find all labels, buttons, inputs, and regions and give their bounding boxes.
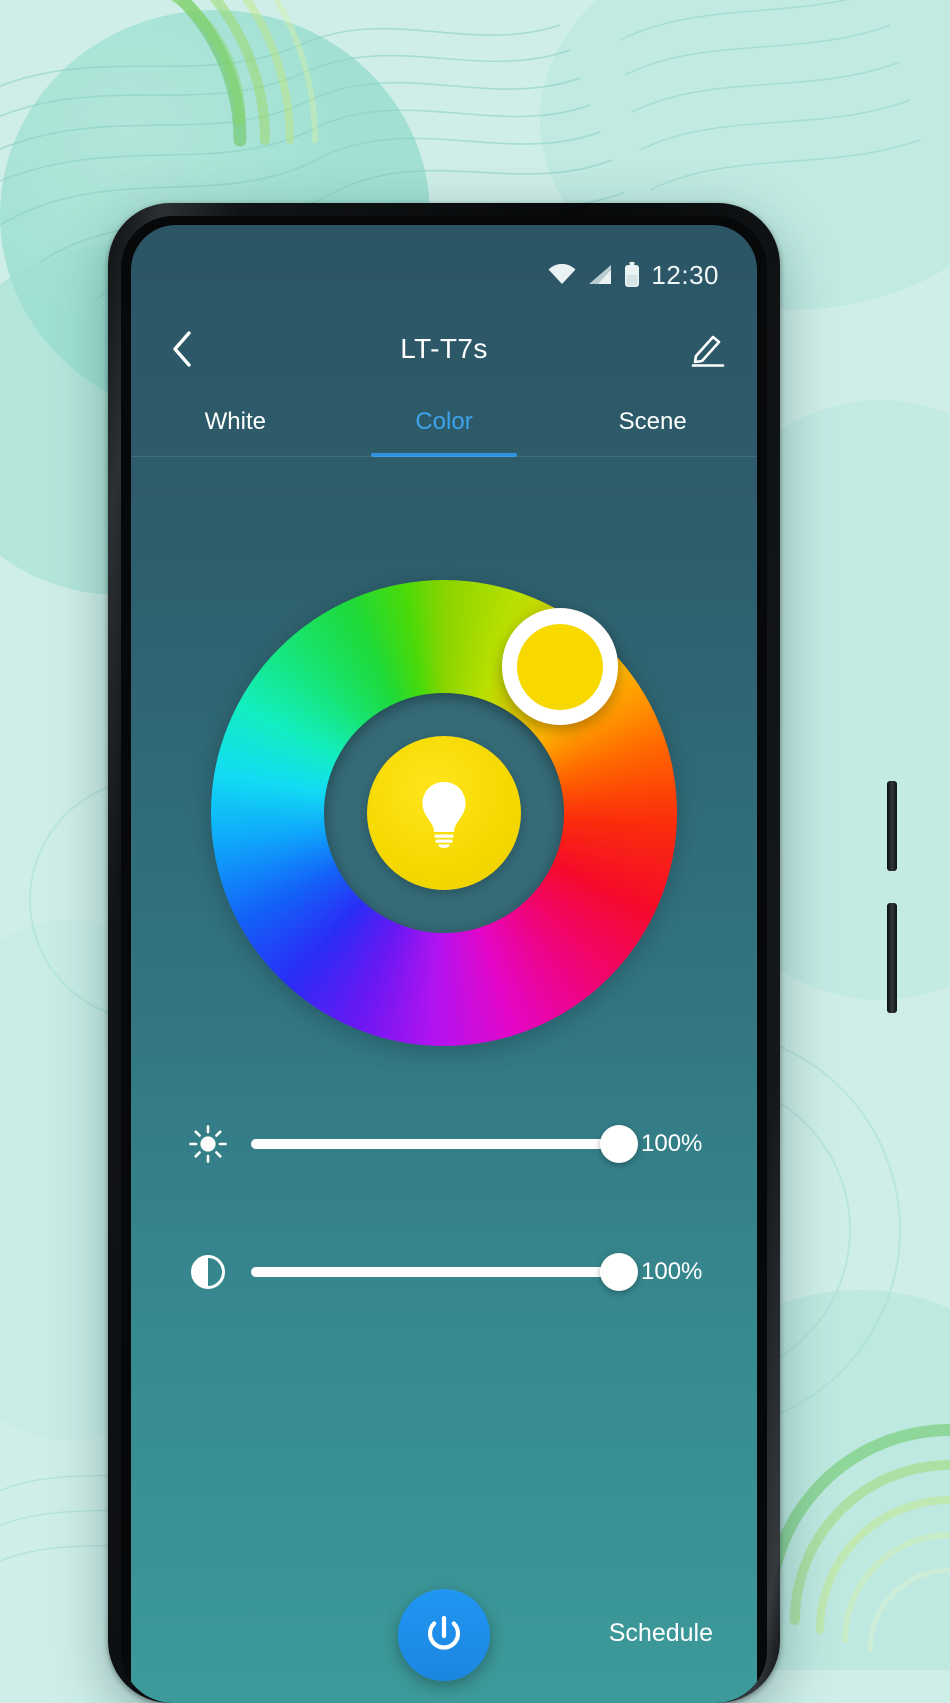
- status-bar: 12:30: [131, 255, 757, 295]
- color-wheel-section: [131, 580, 757, 1060]
- current-color-preview[interactable]: [366, 735, 522, 891]
- tab-color-label: Color: [415, 408, 473, 435]
- app-screen: 12:30 LT-T7s White Color Scene 100% 100%…: [131, 225, 757, 1703]
- saturation-slider-knob[interactable]: [600, 1253, 638, 1291]
- power-toggle-button[interactable]: [398, 1589, 490, 1681]
- battery-icon: [624, 262, 640, 288]
- cellular-signal-icon: [587, 264, 613, 286]
- color-wheel[interactable]: [211, 580, 677, 1046]
- brightness-slider-row: 100%: [187, 1123, 713, 1165]
- brightness-sun-icon: [187, 1123, 229, 1165]
- tab-white-label: White: [204, 408, 267, 435]
- tab-color[interactable]: Color: [340, 387, 549, 457]
- tab-scene[interactable]: Scene: [548, 387, 757, 457]
- color-selector-thumb-fill: [516, 623, 604, 710]
- saturation-slider-track[interactable]: [251, 1253, 638, 1291]
- status-bar-clock: 12:30: [651, 259, 719, 290]
- phone-bezel: 12:30 LT-T7s White Color Scene 100% 100%…: [121, 216, 767, 1703]
- tab-scene-label: Scene: [618, 408, 687, 435]
- contrast-half-circle-icon: [187, 1251, 229, 1293]
- bottom-bar: Schedule: [131, 1553, 757, 1703]
- brightness-slider-track[interactable]: [251, 1125, 638, 1163]
- page-title: LT-T7s: [400, 333, 488, 364]
- mode-tabs: White Color Scene: [131, 387, 757, 457]
- tabs-divider: [131, 456, 757, 457]
- saturation-value-label: 100%: [641, 1258, 703, 1285]
- app-bar: LT-T7s: [131, 313, 757, 385]
- brightness-slider-knob[interactable]: [600, 1125, 638, 1163]
- schedule-button[interactable]: Schedule: [609, 1619, 713, 1648]
- power-button-icon: [427, 1615, 461, 1650]
- phone-mockup: 12:30 LT-T7s White Color Scene 100% 100%…: [108, 203, 897, 1703]
- light-bulb-icon: [422, 781, 466, 848]
- pencil-edit-icon: [691, 335, 725, 367]
- saturation-slider-fill: [251, 1267, 619, 1277]
- color-selector-thumb[interactable]: [501, 608, 619, 725]
- tab-white[interactable]: White: [131, 387, 340, 457]
- phone-assistant-side-button[interactable]: [887, 903, 897, 1013]
- phone-power-side-button[interactable]: [887, 781, 897, 871]
- wifi-icon: [548, 264, 576, 286]
- brightness-value-label: 100%: [641, 1130, 703, 1157]
- saturation-slider-row: 100%: [187, 1251, 713, 1293]
- edit-device-button[interactable]: [685, 326, 731, 372]
- brightness-slider-fill: [251, 1139, 619, 1149]
